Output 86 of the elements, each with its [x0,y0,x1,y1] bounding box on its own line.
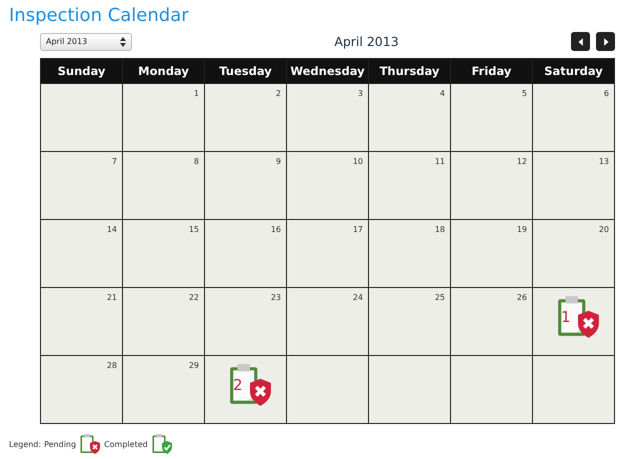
month-select[interactable]: April 2013 [40,32,132,50]
day-cell[interactable]: 16 [205,220,286,287]
event-count: 1 [561,310,571,325]
day-cell[interactable] [451,356,532,423]
day-cell[interactable]: 4 [369,84,450,151]
day-cell[interactable]: 24 [287,288,368,355]
day-number: 24 [352,293,363,302]
day-cell[interactable]: 22 [123,288,204,355]
day-number: 14 [106,225,117,234]
day-cell[interactable]: 28 [41,356,122,423]
day-cell[interactable]: 10 [287,152,368,219]
day-number: 2 [276,89,281,98]
weekday-header: Friday [451,59,532,83]
legend-label: Legend: [9,440,42,448]
weekday-header: Thursday [369,59,450,83]
day-number: 3 [358,89,363,98]
day-number: 1 [194,89,199,98]
day-cell[interactable]: 12 [451,152,532,219]
day-cell[interactable]: 2 [205,84,286,151]
previous-button[interactable] [571,32,590,51]
day-number: 16 [270,225,281,234]
day-cell[interactable]: 2 [205,356,286,423]
day-number: 5 [522,89,527,98]
clipboard-x-icon[interactable] [227,362,273,408]
day-cell[interactable]: 5 [451,84,532,151]
day-number: 18 [434,225,445,234]
day-cell[interactable]: 3 [287,84,368,151]
up-down-arrows-icon [120,36,126,46]
day-cell[interactable]: 21 [41,288,122,355]
clipboard-x-icon [79,433,102,455]
day-cell[interactable]: 11 [369,152,450,219]
day-number: 11 [434,157,445,166]
weekday-header: Tuesday [205,59,286,83]
month-title: April 2013 [333,34,400,49]
day-number: 4 [440,89,445,98]
day-cell[interactable]: 15 [123,220,204,287]
next-button[interactable] [596,32,615,51]
day-number: 7 [112,157,117,166]
page-title: Inspection Calendar [9,5,190,28]
day-number: 15 [188,225,199,234]
day-number: 17 [352,225,363,234]
day-number: 29 [188,361,199,370]
weekday-header: Sunday [41,59,122,83]
day-number: 28 [106,361,117,370]
day-cell[interactable]: 7 [41,152,122,219]
day-number: 26 [516,293,527,302]
day-cell[interactable]: 13 [533,152,614,219]
day-cell[interactable]: 23 [205,288,286,355]
day-number: 23 [270,293,281,302]
clipboard-x-icon[interactable] [555,294,601,340]
day-number: 10 [352,157,363,166]
day-cell[interactable]: 18 [369,220,450,287]
day-cell[interactable]: 20 [533,220,614,287]
day-cell[interactable]: 8 [123,152,204,219]
day-number: 19 [516,225,527,234]
day-number: 12 [516,157,527,166]
legend-text: Pending [44,440,76,448]
legend-text: Completed [104,440,148,448]
day-cell[interactable]: 17 [287,220,368,287]
left-triangle-icon [576,36,586,48]
day-cell[interactable]: 1 [533,288,614,355]
day-number: 13 [598,157,609,166]
event-count: 2 [233,378,243,393]
weekday-header: Saturday [533,59,614,83]
day-cell[interactable] [533,356,614,423]
day-cell[interactable]: 6 [533,84,614,151]
weekday-header: Monday [123,59,204,83]
day-cell[interactable]: 25 [369,288,450,355]
day-cell[interactable]: 26 [451,288,532,355]
day-cell[interactable] [41,84,122,151]
day-cell[interactable]: 14 [41,220,122,287]
weekday-header: Wednesday [287,59,368,83]
day-number: 22 [188,293,199,302]
day-cell[interactable]: 9 [205,152,286,219]
day-number: 21 [106,293,117,302]
day-number: 6 [604,89,609,98]
day-cell[interactable]: 19 [451,220,532,287]
day-cell[interactable]: 1 [123,84,204,151]
day-cell[interactable]: 29 [123,356,204,423]
day-number: 9 [276,157,281,166]
day-number: 25 [434,293,445,302]
day-number: 20 [598,225,609,234]
day-number: 8 [194,157,199,166]
day-cell[interactable] [369,356,450,423]
clipboard-check-icon [150,433,173,455]
day-cell[interactable] [287,356,368,423]
